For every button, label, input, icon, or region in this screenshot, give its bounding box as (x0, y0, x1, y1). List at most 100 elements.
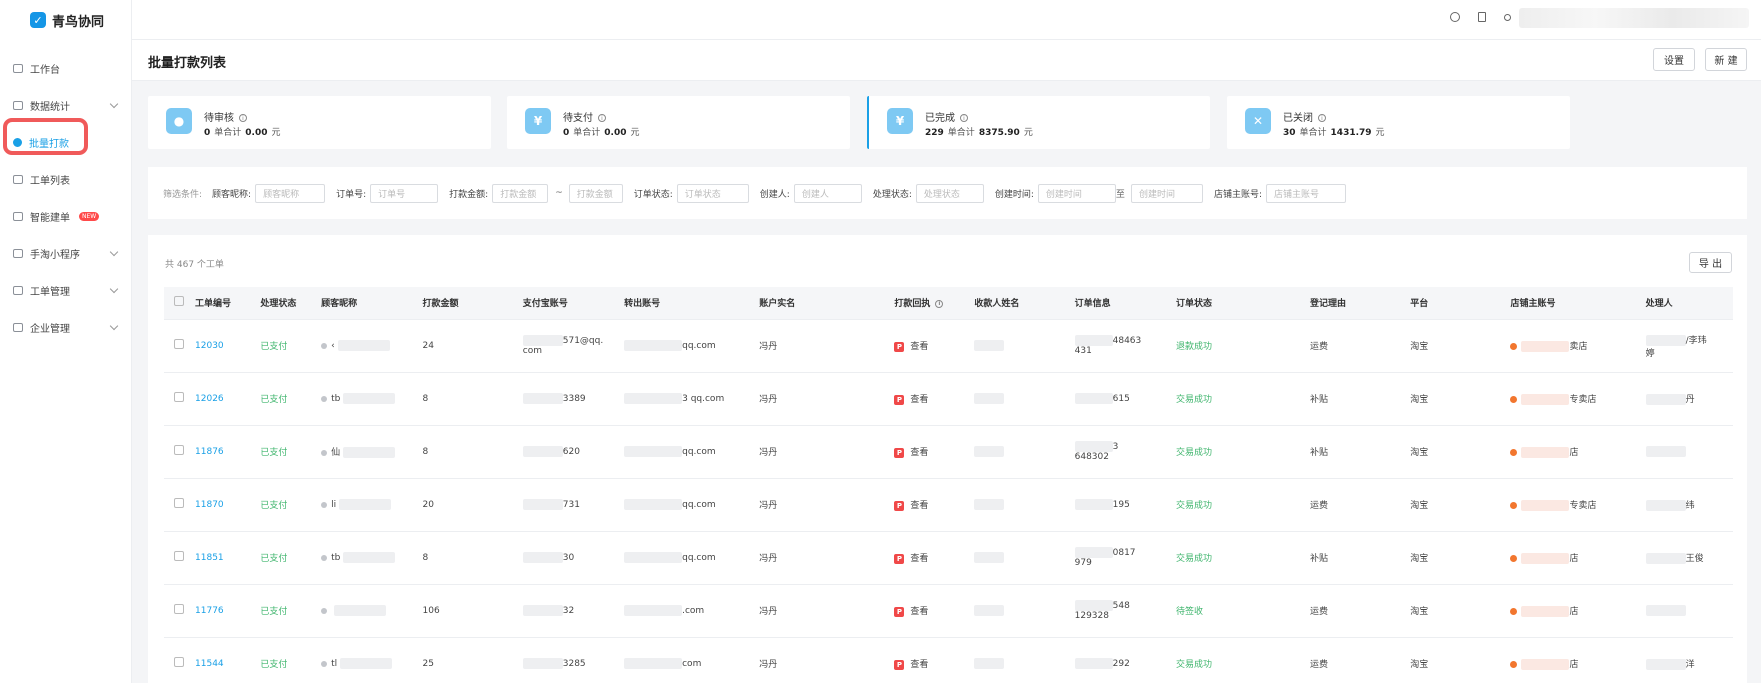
select-all-checkbox[interactable] (174, 296, 184, 307)
amount-cell-text: 106 (422, 605, 440, 616)
order-status-cell-text: 交易成功 (1175, 554, 1212, 564)
sidebar-item-4[interactable]: 智能建单 NEW (0, 198, 131, 235)
alipay-cell: 30 (518, 531, 621, 585)
document-icon[interactable] (1478, 12, 1486, 22)
row-checkbox[interactable] (174, 604, 184, 614)
redacted-value (1645, 553, 1686, 564)
order-id-cell: 12026 (191, 372, 257, 426)
info-icon[interactable]: i (960, 114, 968, 122)
view-receipt-link[interactable]: 查看 (910, 501, 928, 511)
filter-input-6[interactable]: 创建时间 (1037, 183, 1116, 203)
row-checkbox[interactable] (174, 339, 184, 349)
column-header-label: 收款人姓名 (974, 299, 1020, 310)
order-info-cell: 0817 979 (1070, 531, 1172, 585)
realname-cell: 冯丹 (755, 372, 891, 426)
sidebar-item-0[interactable]: 工作台 (0, 50, 131, 87)
row-checkbox[interactable] (174, 498, 184, 508)
order-id-link[interactable]: 11544 (195, 659, 224, 669)
row-checkbox[interactable] (174, 657, 184, 667)
filter-input-3[interactable]: 订单状态 (676, 183, 749, 203)
column-header: 工单编号 (191, 287, 257, 320)
total-count: 共 467 个工单 (165, 260, 224, 270)
order-id-link[interactable]: 12026 (195, 394, 224, 404)
order-id-link[interactable]: 11851 (195, 553, 224, 563)
redacted-value (974, 658, 1005, 669)
row-checkbox[interactable] (174, 392, 184, 402)
filter-field-label: 订单状态: (633, 189, 673, 200)
info-icon[interactable]: i (239, 114, 247, 122)
info-icon[interactable]: i (598, 114, 606, 122)
headset-icon[interactable] (1450, 12, 1460, 22)
order-info-cell: 48463 431 (1070, 319, 1172, 373)
view-receipt-link[interactable]: 查看 (910, 342, 928, 352)
table-row[interactable]: 12026 已支付 tb 8 3389 3 qq.com 冯丹 P 查看 615 交易成功 补贴 淘宝 专… (164, 372, 1733, 426)
order-id-link[interactable]: 11776 (195, 606, 224, 616)
filter-input-7[interactable]: 店铺主账号 (1265, 183, 1346, 203)
row-select-cell (164, 637, 192, 683)
order-info-text-2: 431 (1074, 346, 1092, 356)
card-amount: 0.00 (604, 128, 627, 138)
filter-field-label: 创建时间: (994, 189, 1034, 200)
view-receipt-link[interactable]: 查看 (910, 448, 928, 458)
filter-input-2[interactable]: 打款金额 (492, 183, 549, 203)
redacted-value (1521, 447, 1570, 458)
filter-input-0[interactable]: 顾客昵称 (255, 183, 326, 203)
table-row[interactable]: 11870 已支付 li 20 731 qq.com 冯丹 P 查看 195 交易成功 运费 淘宝 专卖店… (164, 478, 1733, 532)
receipt-icon: P (894, 606, 905, 617)
filter-input-1[interactable]: 订单号 (370, 183, 439, 203)
card-title: 已完成 i (925, 109, 968, 124)
sidebar-item-5[interactable]: 手淘小程序 (0, 235, 131, 272)
order-id-link[interactable]: 11870 (195, 500, 224, 510)
sidebar-item-6[interactable]: 工单管理 (0, 272, 131, 309)
summary-card-1[interactable]: ¥ 待支付 i 0 单合计 0.00 元 (507, 96, 850, 149)
alipay-text: 32 (562, 606, 575, 616)
row-checkbox[interactable] (174, 445, 184, 455)
row-checkbox[interactable] (174, 551, 184, 561)
view-receipt-link[interactable]: 查看 (910, 660, 928, 670)
redacted-value (1074, 658, 1113, 669)
sidebar-item-3[interactable]: 工单列表 (0, 161, 131, 198)
column-header: 订单状态 (1171, 287, 1307, 320)
table-row[interactable]: 11776 已支付 106 32 .com 冯丹 P 查看 548 129328 待签收 运费 淘宝店 (164, 584, 1733, 638)
export-button[interactable]: 导 出 (1689, 252, 1732, 273)
platform-cell: 淘宝 (1406, 319, 1507, 373)
table-panel: 共 467 个工单 导 出 工单编号 处理状态 顾客昵称 打款金额 支付宝账号 转出账号 账… (148, 235, 1747, 683)
filter-input-4[interactable]: 创建人 (793, 183, 862, 203)
order-id-link[interactable]: 11876 (195, 447, 224, 457)
filter-input-2-end[interactable]: 打款金额 (568, 183, 623, 203)
nickname-cell: tl (317, 637, 419, 683)
info-icon[interactable]: i (1318, 114, 1326, 122)
app-logo[interactable]: ✓ 青鸟协同 (0, 0, 131, 40)
alipay-text: 620 (562, 447, 580, 457)
settings-button[interactable]: 设置 (1653, 48, 1695, 71)
view-receipt-link[interactable]: 查看 (910, 607, 928, 617)
table-row[interactable]: 11851 已支付 tb 8 30 qq.com 冯丹 P 查看 0817 979 交易成功 补贴 淘宝 店… (164, 531, 1733, 585)
filter-input-5[interactable]: 处理状态 (915, 183, 984, 203)
alipay-text: 571@qq. (562, 336, 604, 346)
filter-input-6-end[interactable]: 创建时间 (1130, 183, 1203, 203)
receipt-cell: P 查看 (890, 372, 971, 426)
sidebar-item-7[interactable]: 企业管理 (0, 309, 131, 346)
view-receipt-link[interactable]: 查看 (910, 395, 928, 405)
column-header-label: 转出账号 (624, 299, 661, 310)
table-row[interactable]: 11544 已支付 tl 25 3285 com 冯丹 P 查看 292 交易成功 运费 淘宝 店 洋 (164, 637, 1733, 683)
new-button[interactable]: 新 建 (1705, 48, 1747, 71)
summary-card-2[interactable]: ¥ 已完成 i 229 单合计 8375.90 元 (867, 96, 1210, 149)
table-row[interactable]: 11876 已支付仙 8 620 qq.com 冯丹 P 查看 3 648302 交易成功 补贴 淘宝店 (164, 425, 1733, 479)
account-info[interactable] (1519, 8, 1749, 28)
reason-cell: 补贴 (1306, 372, 1407, 426)
user-icon[interactable] (1504, 13, 1511, 21)
order-id-link[interactable]: 12030 (195, 341, 224, 351)
table-row[interactable]: 12030 已支付 ‹ 24 571@qq. com qq.com 冯丹 P 查看 48463 431… (164, 319, 1733, 373)
card-summary: 229 单合计 8375.90 元 (925, 125, 1033, 138)
summary-card-3[interactable]: ✕ 已关闭 i 30 单合计 1431.79 元 (1227, 96, 1570, 149)
receipt-icon: P (894, 447, 905, 458)
summary-card-0[interactable]: ● 待审核 i 0 单合计 0.00 元 (148, 96, 491, 149)
filter-field-label: 订单号: (336, 189, 367, 200)
redacted-value (624, 499, 683, 510)
order-status-cell-text: 交易成功 (1175, 660, 1212, 670)
view-receipt-link[interactable]: 查看 (910, 554, 928, 564)
info-icon[interactable]: i (935, 299, 944, 308)
receipt-cell: P 查看 (890, 637, 971, 683)
column-header: 处理状态 (256, 287, 318, 320)
